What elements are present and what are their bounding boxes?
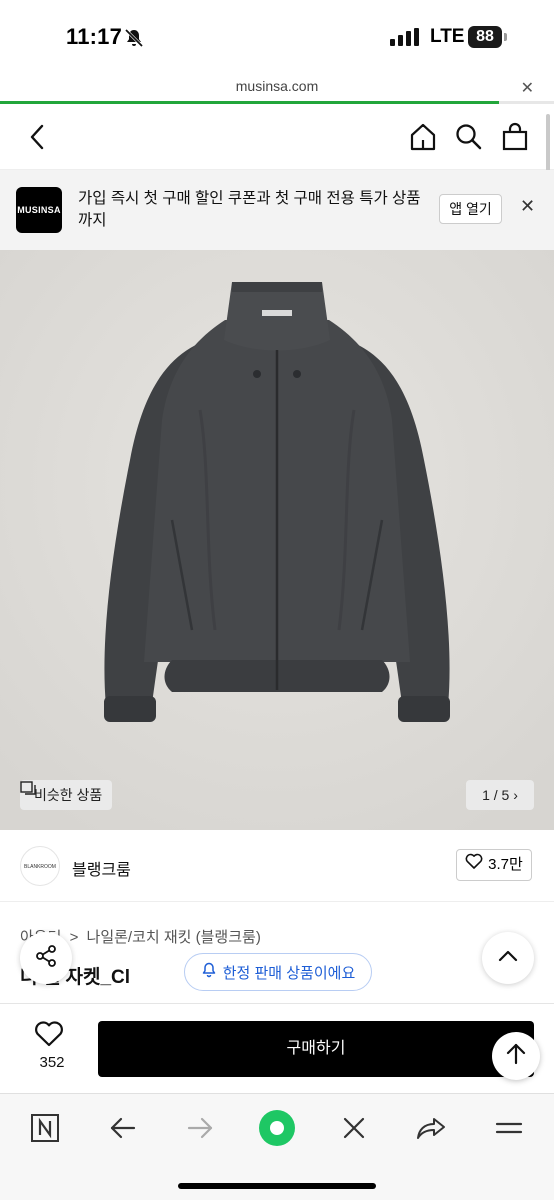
similar-products-button[interactable]: 비슷한 상품 <box>20 780 113 810</box>
site-header <box>0 104 554 170</box>
purchase-bar: 352 구매하기 <box>0 1003 554 1093</box>
brand-name[interactable]: 블랭크룸 <box>72 856 131 880</box>
limited-sale-text: 한정 판매 상품이에요 <box>222 964 356 982</box>
buy-button[interactable]: 구매하기 <box>98 1021 534 1077</box>
musinsa-logo: MUSINSA <box>16 187 62 233</box>
brand-like-button[interactable]: 3.7만 <box>456 849 532 881</box>
breadcrumb-category[interactable]: 나일론/코치 재킷 (블랭크룸) <box>87 929 261 946</box>
status-bar: 11:17 LTE 88 <box>0 0 554 72</box>
heart-icon[interactable] <box>34 1020 64 1052</box>
banner-message: 가입 즉시 첫 구매 할인 쿠폰과 첫 구매 전용 특가 상품까지 <box>78 190 421 229</box>
clock: 11:17 <box>66 24 123 49</box>
limited-sale-badge: 한정 판매 상품이에요 <box>184 953 372 991</box>
brand-like-count: 3.7만 <box>488 856 523 873</box>
close-tab-icon[interactable] <box>334 1108 374 1148</box>
back-arrow-icon[interactable] <box>26 122 50 157</box>
share-button[interactable] <box>20 932 72 984</box>
shopping-bag-icon[interactable] <box>500 122 530 157</box>
chevron-up-icon <box>497 949 519 968</box>
like-count: 352 <box>39 1054 65 1071</box>
battery-icon: 88 <box>468 26 502 48</box>
share-arrow-icon[interactable] <box>411 1108 451 1148</box>
silent-bell-icon <box>124 28 144 53</box>
naver-n-icon[interactable] <box>25 1108 65 1148</box>
page-counter-text: 1 / 5 <box>482 787 510 803</box>
similar-products-label: 비슷한 상품 <box>34 787 103 803</box>
url-text[interactable]: musinsa.com <box>0 78 554 94</box>
forward-icon[interactable] <box>180 1108 220 1148</box>
jacket-photo <box>0 250 554 830</box>
arrow-up-icon <box>505 1042 527 1071</box>
brand-row[interactable]: BLANKROOM 블랭크룸 3.7만 <box>0 830 554 902</box>
close-banner-icon[interactable]: ✕ <box>520 196 535 217</box>
scroll-to-top-button[interactable] <box>492 1032 540 1080</box>
home-icon[interactable] <box>408 122 438 157</box>
menu-icon[interactable] <box>489 1108 529 1148</box>
back-icon[interactable] <box>103 1108 143 1148</box>
product-image-gallery[interactable]: 비슷한 상품 1 / 5 › <box>0 250 554 830</box>
home-indicator <box>178 1183 376 1189</box>
cellular-signal-icon <box>390 28 420 51</box>
green-dot-icon[interactable] <box>257 1108 297 1148</box>
app-install-banner: MUSINSA 가입 즉시 첫 구매 할인 쿠폰과 첫 구매 전용 특가 상품까… <box>0 170 554 250</box>
collapse-button[interactable] <box>482 932 534 984</box>
close-icon[interactable]: ✕ <box>521 78 534 98</box>
heart-outline-icon <box>465 850 483 880</box>
url-bar[interactable]: musinsa.com ✕ <box>0 72 554 102</box>
brand-avatar[interactable]: BLANKROOM <box>20 846 60 886</box>
network-type: LTE <box>430 26 465 47</box>
search-icon[interactable] <box>454 122 484 157</box>
open-app-button[interactable]: 앱 열기 <box>439 194 502 224</box>
breadcrumb-separator: > <box>69 929 79 946</box>
image-page-counter[interactable]: 1 / 5 › <box>466 780 534 810</box>
bell-icon <box>201 962 217 982</box>
share-icon <box>34 944 58 973</box>
battery-tip <box>504 33 507 41</box>
chevron-right-icon: › <box>513 787 518 803</box>
